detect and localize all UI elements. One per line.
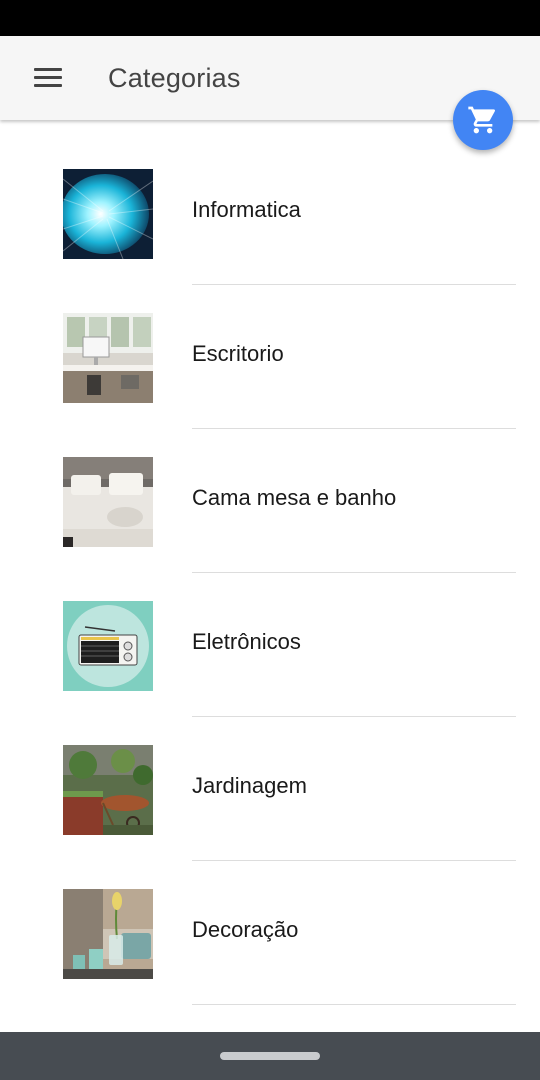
- category-item-decoracao[interactable]: Decoração: [0, 841, 540, 1005]
- navigation-bar: [0, 1032, 540, 1080]
- category-label: Informatica: [192, 197, 301, 222]
- category-label: Jardinagem: [192, 773, 307, 798]
- category-item-cama-mesa-e-banho[interactable]: Cama mesa e banho: [0, 409, 540, 573]
- category-label: Eletrônicos: [192, 629, 301, 654]
- home-gesture-handle[interactable]: [220, 1052, 320, 1060]
- binary-tunnel-image: [63, 169, 153, 259]
- radio-image: [63, 601, 153, 691]
- category-item-eletronicos[interactable]: Eletrônicos: [0, 553, 540, 717]
- decor-vase-image: [63, 889, 153, 979]
- category-label: Decoração: [192, 917, 299, 942]
- category-list: Informatica Escritorio Cama mesa e banho…: [0, 121, 540, 1005]
- divider: [192, 1004, 516, 1005]
- garden-image: [63, 745, 153, 835]
- bedroom-image: [63, 457, 153, 547]
- cart-icon: [468, 106, 496, 134]
- cart-button[interactable]: [453, 90, 513, 150]
- category-item-informatica[interactable]: Informatica: [0, 121, 540, 285]
- status-bar: [0, 0, 540, 36]
- menu-button[interactable]: [20, 54, 76, 102]
- page-title: Categorias: [108, 63, 241, 93]
- office-desk-image: [63, 313, 153, 403]
- category-item-jardinagem[interactable]: Jardinagem: [0, 697, 540, 861]
- category-label: Escritorio: [192, 341, 284, 366]
- menu-icon: [34, 68, 62, 88]
- category-label: Cama mesa e banho: [192, 485, 397, 510]
- category-item-escritorio[interactable]: Escritorio: [0, 265, 540, 429]
